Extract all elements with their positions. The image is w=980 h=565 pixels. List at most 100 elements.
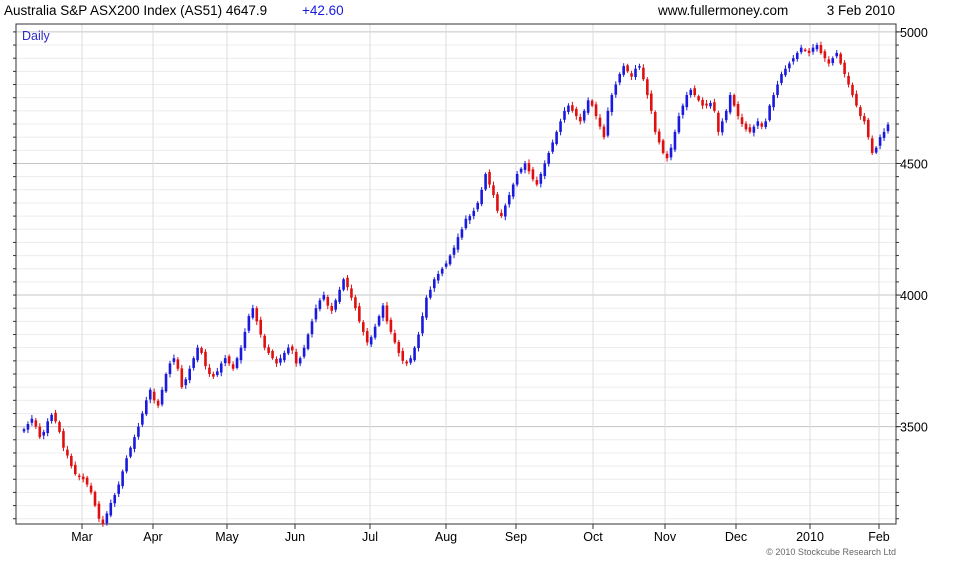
candle-up [117,484,120,494]
x-tick-label: Jul [362,530,378,544]
candle-down [594,104,598,117]
candle-down [713,102,716,111]
candle-down [271,350,274,359]
candle-down [156,400,160,406]
x-tick-label: Mar [71,530,93,544]
candle-up [425,297,428,318]
chart-date: 3 Feb 2010 [827,3,895,18]
candle-down [535,180,539,185]
candle-down [760,123,764,127]
candle-up [196,347,199,361]
candle-down [58,422,61,432]
candle-up [251,308,255,318]
candle-up [460,229,464,238]
y-tick-label: 4000 [900,289,928,303]
candle-up [464,218,468,229]
candle-down [208,367,211,374]
candle-up [543,163,547,176]
y-tick-label: 4500 [900,157,928,171]
candle-up [764,121,767,128]
price-change: +42.60 [302,3,344,18]
x-tick-label: Oct [583,530,603,544]
candle-down [571,105,574,111]
candle-down [393,333,397,343]
candle-down [294,351,298,364]
chart-container: Australia S&P ASX200 Index (AS51) 4647.9… [0,0,980,560]
candle-up [192,358,195,368]
candle-down [819,45,823,53]
candle-up [109,502,113,516]
candle-up [507,195,511,205]
candle-down [488,172,491,185]
candle-up [113,495,117,504]
x-tick-label: Sep [505,530,527,544]
candle-down [717,112,720,132]
candle-up [559,121,562,132]
candle-down [807,50,811,53]
candle-down [354,297,357,309]
candle-down [657,131,661,143]
candle-down [85,477,89,485]
candle-up [456,237,460,250]
candle-down [204,351,207,367]
candle-down [259,319,263,335]
candle-up [756,121,760,126]
candle-up [586,100,590,113]
candle-down [642,67,645,80]
candle-up [283,352,286,361]
candle-up [287,347,290,354]
candle-up [164,374,168,392]
candle-up [160,389,164,405]
candle-down [500,212,503,217]
candle-down [389,319,393,332]
candle-down [630,73,633,77]
candle-up [298,358,302,364]
candle-up [606,110,610,136]
candle-up [235,358,239,368]
candle-down [255,308,259,322]
candle-down [365,331,369,343]
chart-svg: Australia S&P ASX200 Index (AS51) 4647.9… [4,3,928,557]
candle-up [369,337,373,345]
candle-down [97,503,101,519]
candle-up [815,45,819,50]
candle-down [89,485,93,493]
y-tick-label: 3500 [900,421,928,435]
candle-up [421,316,424,334]
candle-down [598,117,602,127]
candle-up [784,68,787,76]
candle-down [575,108,578,117]
candle-up [788,63,791,69]
candle-up [46,421,49,434]
candle-down [290,346,294,351]
candle-up [567,105,570,113]
candle-down [330,305,334,311]
candle-down [152,391,156,401]
candle-up [724,110,728,121]
candle-down [847,75,850,85]
candle-down [401,350,405,361]
candle-up [133,437,136,449]
x-tick-label: 2010 [796,530,824,544]
candle-down [653,112,657,132]
candle-up [476,202,479,210]
candle-up [105,513,109,524]
plot-frame [15,23,897,525]
candle-up [638,66,641,68]
candle-up [472,210,476,217]
candle-down [227,356,231,364]
candle-up [539,174,543,184]
candle-up [689,89,693,96]
candle-up [247,316,251,331]
candle-down [748,127,752,132]
candle-up [772,95,775,108]
candle-up [795,52,799,59]
candle-up [334,300,337,310]
candle-up [448,255,452,265]
candle-up [121,471,124,487]
candle-up [314,308,318,320]
candle-up [22,429,26,432]
grid-layer [16,24,896,524]
candle-up [377,316,381,326]
candle-up [318,300,322,309]
